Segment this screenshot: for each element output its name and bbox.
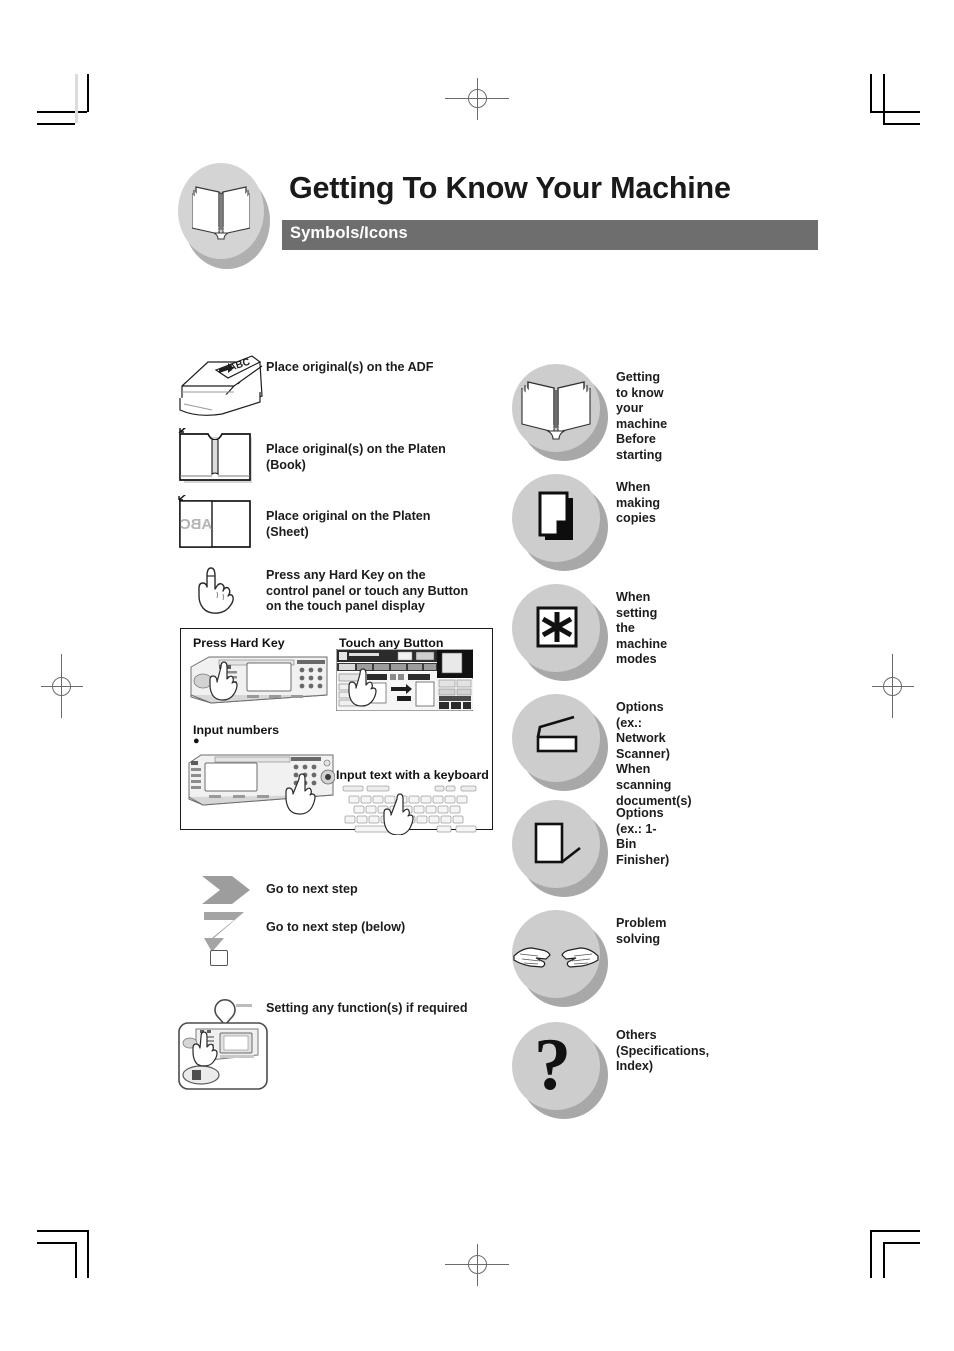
- left-item-platen-sheet-label: Place original on the Platen (Sheet): [266, 509, 431, 539]
- registration-mark-top: [445, 78, 509, 120]
- left-item-setting-function: Setting any function(s) if required: [178, 995, 508, 1105]
- right-item-others-label: Others (Specifications, Index): [616, 1028, 710, 1074]
- registration-mark-bottom: [445, 1244, 509, 1286]
- page-title: Getting To Know Your Machine: [289, 171, 731, 205]
- panel-caption-press-hard-key: Press Hard Key: [193, 636, 285, 650]
- onscreen-keyboard-image: [339, 785, 481, 840]
- finisher-bin-icon: [512, 800, 600, 888]
- left-item-next-step-label: Go to next step: [266, 882, 358, 896]
- document-page: Getting To Know Your Machine Symbols/Ico…: [0, 0, 954, 1351]
- left-item-adf-label: Place original(s) on the ADF: [266, 360, 434, 374]
- left-item-adf: ABC Place original(s) on the ADF: [178, 352, 498, 424]
- control-panel-hard-key-image: [189, 651, 329, 718]
- right-item-machine-modes-label: When setting the machine modes: [616, 590, 668, 667]
- arrow-right-icon: [202, 876, 254, 909]
- scanner-lid-icon: [512, 694, 600, 782]
- adf-scanner-icon: ABC: [178, 352, 264, 425]
- bullet-marker: ●: [193, 735, 200, 747]
- open-book-icon: [191, 181, 251, 246]
- left-item-platen-book-label: Place original(s) on the Platen (Book): [266, 442, 446, 472]
- crop-mark-top-right: [858, 74, 920, 136]
- page-header: Getting To Know Your Machine Symbols/Ico…: [178, 163, 818, 269]
- checkbox-marker: [210, 950, 228, 966]
- crop-mark-top-left: [37, 74, 97, 134]
- right-item-making-copies-label: When making copies: [616, 480, 661, 526]
- left-item-press-key: Press any Hard Key on the control panel …: [178, 562, 498, 624]
- pointing-hand-icon: [190, 562, 240, 623]
- control-panel-keypad-image: [187, 751, 336, 828]
- machine-setting-icon: [178, 995, 274, 1100]
- page-subtitle: Symbols/Icons: [290, 224, 408, 242]
- left-item-next-step: Go to next step: [178, 872, 498, 912]
- open-book-icon: [512, 364, 600, 452]
- touch-panel-screen-image: [335, 648, 474, 716]
- svg-text:ABC: ABC: [180, 516, 213, 533]
- right-item-problem-solving-label: Problem solving: [616, 916, 667, 946]
- registration-mark-right: [872, 654, 914, 718]
- crop-mark-bottom-right: [858, 1228, 920, 1290]
- asterisk-box-icon: [512, 584, 600, 672]
- question-mark-icon: ?: [534, 1024, 571, 1106]
- left-item-setting-function-label: Setting any function(s) if required: [266, 1001, 468, 1015]
- left-item-press-key-label: Press any Hard Key on the control panel …: [266, 568, 469, 614]
- panel-caption-touch-any-button: Touch any Button: [339, 636, 444, 650]
- platen-sheet-icon: ABC: [178, 493, 254, 562]
- panel-caption-input-text-keyboard: Input text with a keyboard: [336, 768, 489, 782]
- two-hands-icon: [512, 910, 600, 998]
- panel-caption-input-numbers: Input numbers: [193, 723, 280, 737]
- input-methods-panel: Press Hard Key Touch any Button Input nu…: [180, 628, 493, 836]
- platen-book-icon: [178, 426, 254, 495]
- right-item-network-scanner-label: Options (ex.: Network Scanner) When scan…: [616, 700, 692, 808]
- crop-mark-bottom-left: [37, 1228, 97, 1290]
- left-item-next-step-below-label: Go to next step (below): [266, 920, 406, 934]
- left-item-next-step-below: Go to next step (below): [178, 910, 498, 970]
- right-item-finisher-label: Options (ex.: 1-Bin Finisher): [616, 806, 670, 867]
- copy-page-icon: [512, 474, 600, 562]
- registration-mark-left: [41, 654, 83, 718]
- right-item-getting-to-know-label: Getting to know your machine Before star…: [616, 370, 668, 462]
- left-item-platen-sheet: ABC Place original on the Platen (Sheet): [178, 493, 498, 557]
- left-item-platen-book: Place original(s) on the Platen (Book): [178, 426, 498, 490]
